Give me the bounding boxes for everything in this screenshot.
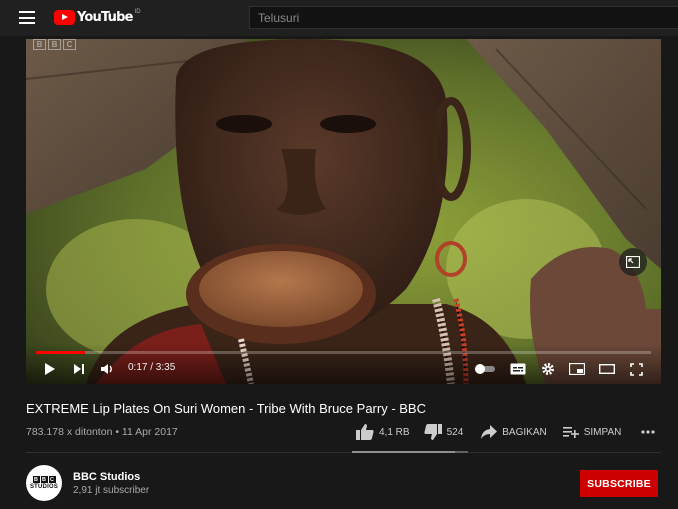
miniplayer-button[interactable]	[567, 361, 587, 377]
play-button[interactable]	[42, 361, 58, 377]
logo-country-code: ID	[134, 9, 141, 15]
time-display: 0:17 / 3:35	[128, 362, 176, 373]
menu-icon[interactable]	[19, 11, 35, 24]
video-frame	[26, 39, 661, 384]
watermark-letter: C	[63, 39, 76, 50]
bbc-logo: B B C	[32, 476, 56, 483]
avatar-letter: B	[32, 476, 40, 483]
video-actions: 4,1 RB 524 BAGIKAN SIMPAN	[356, 424, 660, 440]
share-icon	[481, 425, 498, 439]
search-input[interactable]	[249, 6, 678, 29]
video-view-count-date: 783.178 x ditonton • 11 Apr 2017	[26, 426, 178, 438]
fullscreen-button[interactable]	[627, 361, 645, 377]
watermark-letter: B	[48, 39, 61, 50]
autoplay-toggle[interactable]	[474, 361, 496, 377]
bbc-watermark: B B C	[33, 39, 76, 50]
thumbs-down-icon	[423, 424, 442, 440]
youtube-logo[interactable]: YouTube ID	[54, 9, 141, 26]
channel-name[interactable]: BBC Studios	[73, 471, 140, 483]
dislike-button[interactable]: 524	[423, 424, 464, 440]
thumbs-up-icon	[356, 424, 374, 440]
divider	[26, 452, 661, 453]
watermark-letter: B	[33, 39, 46, 50]
miniplayer-icon[interactable]	[619, 248, 647, 276]
subscriber-count: 2,91 jt subscriber	[73, 485, 150, 496]
save-button[interactable]: SIMPAN	[562, 426, 622, 438]
playlist-add-icon	[562, 427, 579, 438]
settings-gear-icon[interactable]	[539, 361, 557, 377]
more-actions-button[interactable]	[641, 430, 660, 434]
share-button[interactable]: BAGIKAN	[481, 425, 547, 439]
subscribe-button[interactable]: SUBSCRIBE	[580, 470, 658, 497]
next-button[interactable]	[71, 361, 87, 377]
like-count: 4,1 RB	[379, 426, 410, 438]
masthead: YouTube ID	[0, 0, 678, 36]
avatar-letter: B	[40, 476, 48, 483]
progress-fill	[36, 351, 86, 354]
volume-icon[interactable]	[99, 361, 115, 377]
share-label: BAGIKAN	[502, 426, 547, 438]
avatar-letter: C	[48, 476, 56, 483]
channel-avatar[interactable]: B B C STUDIOS	[26, 465, 62, 501]
progress-bar[interactable]	[36, 351, 651, 354]
like-button[interactable]: 4,1 RB	[356, 424, 410, 440]
video-title: EXTREME Lip Plates On Suri Women - Tribe…	[26, 401, 426, 416]
theater-mode-button[interactable]	[597, 361, 617, 377]
more-horizontal-icon	[641, 430, 655, 434]
sentiment-bar	[352, 451, 468, 453]
save-label: SIMPAN	[583, 426, 622, 438]
video-player[interactable]: B B C 0:17 / 3:35	[26, 39, 661, 384]
youtube-play-icon	[54, 10, 75, 25]
subtitles-icon[interactable]	[509, 361, 527, 377]
sentiment-bar-fill	[352, 451, 456, 453]
logo-text: YouTube	[77, 10, 133, 25]
player-controls	[26, 344, 661, 384]
dislike-count: 524	[446, 426, 464, 438]
avatar-subtext: STUDIOS	[29, 484, 59, 490]
